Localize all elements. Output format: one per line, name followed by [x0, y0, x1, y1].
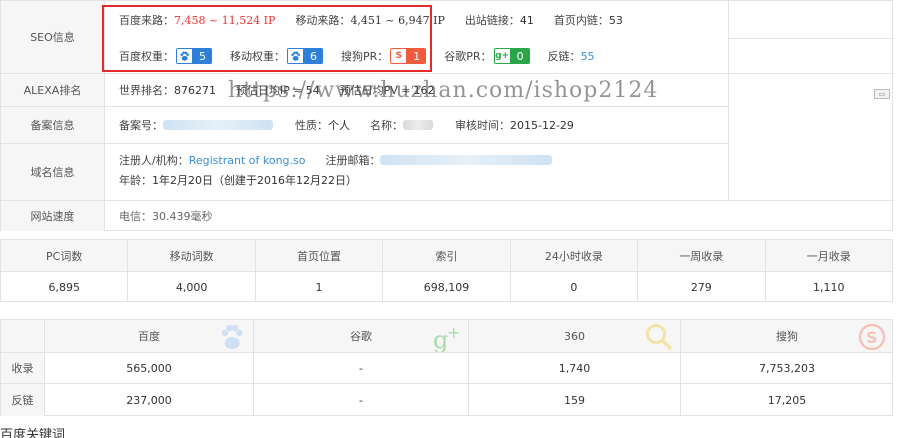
- engine-value: 565,000: [45, 353, 254, 383]
- alexa-label: ALEXA排名: [1, 73, 105, 106]
- stats-header-row: PC词数 移动词数 首页位置 索引 24小时收录 一周收录 一月收录: [1, 240, 892, 272]
- stats-value: 1,110: [812, 280, 845, 294]
- watermark-text: https://www.huzhan.com/ishop2124: [228, 78, 659, 103]
- icp-row: 备案号： 性质： 个人 名称： 审核时间： 2015-12-29: [119, 118, 594, 133]
- email-redacted: [380, 155, 553, 165]
- google-pr-badge[interactable]: g+ 0: [493, 48, 530, 64]
- stats-value: 4,000: [128, 272, 256, 302]
- engine-header-360: 360: [469, 320, 681, 352]
- paw-icon: [221, 324, 243, 349]
- outlinks-value[interactable]: 41: [520, 14, 534, 27]
- stats-header: 索引: [383, 240, 511, 271]
- magnifier-icon: [646, 324, 673, 351]
- speed-row: 电信：30.439毫秒: [119, 209, 233, 223]
- google-pr-value: 0: [510, 48, 530, 64]
- age-label: 年龄：: [119, 174, 152, 187]
- svg-text:+: +: [447, 323, 460, 342]
- domain-label: 域名信息: [1, 143, 105, 200]
- homepage-links-value[interactable]: 53: [609, 14, 623, 27]
- icp-audit-label: 审核时间：: [455, 119, 510, 132]
- icp-nature-label: 性质：: [295, 119, 328, 132]
- icp-number-label: 备案号：: [119, 119, 163, 132]
- engine-value: -: [254, 353, 469, 383]
- stats-header: 移动词数: [128, 240, 256, 271]
- icp-name-label: 名称：: [370, 119, 403, 132]
- search-engine-table: 百度 谷歌 g + 360 搜狗 S 收录 565,000 - 1,740 7,7…: [0, 319, 893, 416]
- engine-value: 17,205: [767, 393, 807, 407]
- icp-nature-value: 个人: [328, 119, 350, 132]
- registrant-label: 注册人/机构：: [119, 154, 189, 167]
- backlinks-value[interactable]: 55: [581, 50, 595, 63]
- speed-value: 电信：30.439毫秒: [119, 210, 213, 223]
- stats-value: 1: [256, 272, 384, 302]
- icp-label: 备案信息: [1, 106, 105, 143]
- domain-row-age: 年龄： 1年2月20日（创建于2016年12月22日）: [119, 173, 377, 187]
- speed-label: 网站速度: [1, 200, 105, 231]
- keyword-stats-table: PC词数 移动词数 首页位置 索引 24小时收录 一周收录 一月收录 6,895…: [0, 239, 893, 302]
- sogou-icon: S: [858, 323, 886, 351]
- stats-value: 6,895: [1, 272, 129, 302]
- registrant-value[interactable]: Registrant of kong.so: [189, 154, 306, 167]
- highlight-box: [102, 5, 432, 72]
- backlinks-label: 反链：: [547, 50, 581, 63]
- stats-header: PC词数: [1, 240, 129, 271]
- engine-value: 1,740: [469, 353, 681, 383]
- google-pr-label: 谷歌PR：: [444, 50, 492, 63]
- baidu-keywords-title: 百度关键词: [0, 428, 66, 438]
- engine-header-sogou: 搜狗 S: [681, 320, 893, 352]
- world-rank-label: 世界排名：: [119, 84, 174, 97]
- outlinks-label: 出站链接：: [464, 14, 520, 27]
- google-plus-icon: g+: [433, 323, 460, 352]
- stats-value: 0: [511, 272, 639, 302]
- engine-row-label: 收录: [1, 353, 45, 383]
- engine-row-label: 反链: [1, 384, 45, 416]
- stats-value-row: 6,895 4,000 1 698,109 0 279 1,110: [1, 272, 892, 302]
- engine-row-backlinks: 反链 237,000 - 159 17,205: [1, 384, 892, 416]
- seo-label: SEO信息: [1, 1, 105, 73]
- engine-header-google: 谷歌 g +: [254, 320, 469, 352]
- stats-header: 一周收录: [638, 240, 766, 271]
- engine-header-baidu: 百度: [45, 320, 254, 352]
- stats-value: 279: [638, 272, 766, 302]
- engine-value: 237,000: [45, 384, 254, 416]
- stats-header: 首页位置: [256, 240, 384, 271]
- icp-name-redacted: [403, 120, 433, 130]
- engine-value: 7,753,203: [759, 361, 815, 375]
- engine-value: -: [254, 384, 469, 416]
- stats-value: 698,109: [383, 272, 511, 302]
- engine-row-indexed: 收录 565,000 - 1,740 7,753,203: [1, 353, 892, 384]
- icp-number-redacted: [163, 120, 273, 130]
- homepage-links-label: 首页内链：: [553, 14, 609, 27]
- engine-value: 159: [469, 384, 681, 416]
- stats-header: 24小时收录: [511, 240, 639, 271]
- age-value: 1年2月20日（创建于2016年12月22日）: [152, 174, 357, 187]
- world-rank-value: 876271: [174, 83, 216, 97]
- icp-audit-value: 2015-12-29: [510, 118, 574, 132]
- svg-text:S: S: [866, 328, 878, 347]
- email-label: 注册邮箱：: [325, 154, 381, 167]
- engine-header-row: 百度 谷歌 g + 360 搜狗 S: [1, 320, 892, 353]
- google-plus-icon: g+: [493, 48, 511, 64]
- domain-row-registrant: 注册人/机构： Registrant of kong.so 注册邮箱：: [119, 153, 553, 167]
- stats-header: 一月收录: [806, 249, 851, 263]
- side-toggle-icon[interactable]: ▭: [874, 89, 890, 99]
